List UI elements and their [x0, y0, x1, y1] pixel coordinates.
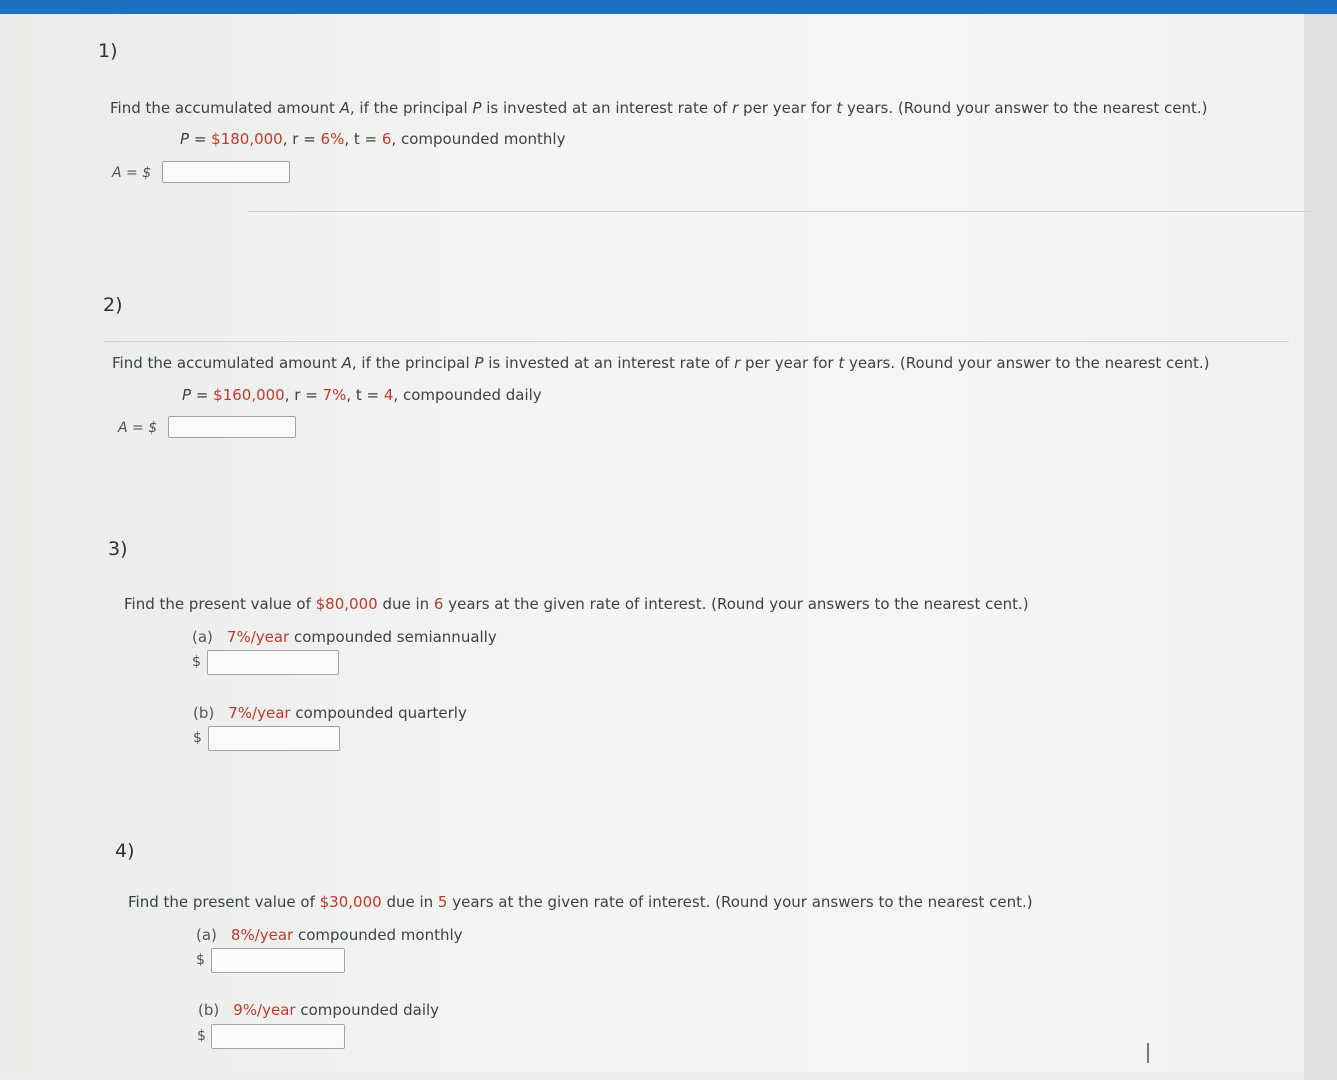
answer-input-q4a[interactable] — [211, 948, 345, 973]
answer-input-q2[interactable] — [168, 416, 296, 438]
question-3-part-a: (a) 7%/year compounded semiannually — [192, 628, 497, 646]
question-2-given: P = $160,000, r = 7%, t = 4, compounded … — [182, 386, 542, 404]
question-4-part-a: (a) 8%/year compounded monthly — [196, 926, 463, 944]
dollar-label: $ — [192, 654, 201, 670]
question-1-prompt: Find the accumulated amount A, if the pr… — [110, 99, 1208, 117]
dollar-label: $ — [196, 952, 205, 968]
question-1-given: P = $180,000, r = 6%, t = 6, compounded … — [180, 130, 566, 148]
question-2-prompt: Find the accumulated amount A, if the pr… — [112, 354, 1210, 372]
question-number-4: 4) — [115, 840, 135, 862]
question-3-part-b: (b) 7%/year compounded quarterly — [193, 704, 467, 722]
answer-label: A = $ — [112, 165, 152, 181]
answer-input-q1[interactable] — [162, 161, 290, 183]
question-4-prompt: Find the present value of $30,000 due in… — [128, 893, 1033, 911]
question-number-1: 1) — [98, 40, 118, 62]
right-margin — [1304, 14, 1337, 1080]
answer-input-q3a[interactable] — [207, 650, 339, 675]
question-number-2: 2) — [103, 294, 123, 316]
answer-input-q3b[interactable] — [208, 726, 340, 751]
top-toolbar — [0, 0, 1337, 14]
dollar-label: $ — [197, 1028, 206, 1044]
question-3-prompt: Find the present value of $80,000 due in… — [124, 595, 1029, 613]
answer-input-q4b[interactable] — [211, 1024, 345, 1049]
text-cursor — [1147, 1043, 1149, 1063]
question-4-part-b: (b) 9%/year compounded daily — [198, 1001, 440, 1019]
dollar-label: $ — [193, 730, 202, 746]
question-number-3: 3) — [108, 538, 128, 560]
answer-label: A = $ — [118, 420, 158, 436]
divider — [248, 211, 1314, 212]
divider — [103, 341, 1289, 342]
